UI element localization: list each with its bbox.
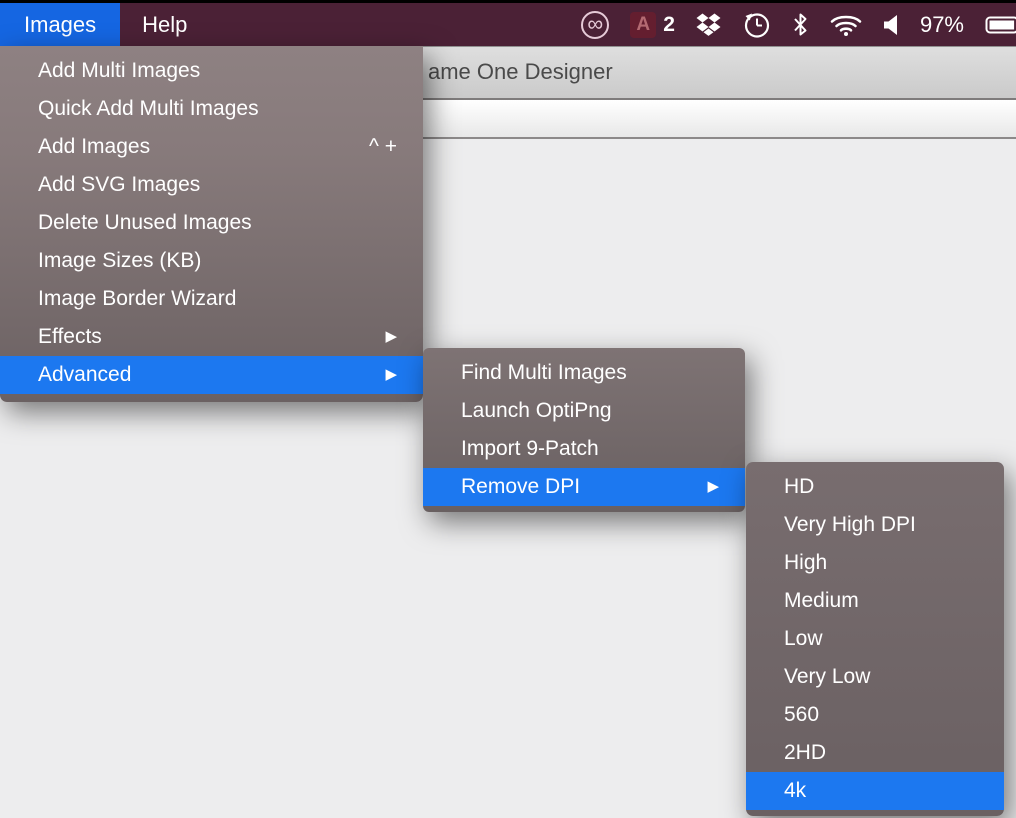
dropbox-icon[interactable]: [696, 12, 722, 37]
submenu-arrow-icon: ▶: [707, 468, 719, 506]
menu-item-quick-add-multi-images[interactable]: Quick Add Multi Images: [0, 90, 423, 128]
menu-item-add-images[interactable]: Add Images ^ +: [0, 128, 423, 166]
menu-item-image-sizes-kb[interactable]: Image Sizes (KB): [0, 242, 423, 280]
creative-cloud-icon[interactable]: ∞: [581, 11, 609, 39]
time-machine-icon[interactable]: [743, 11, 771, 39]
volume-icon[interactable]: [883, 14, 899, 36]
adobe-letter: A: [630, 12, 656, 38]
menu-item-4k[interactable]: 4k: [746, 772, 1004, 810]
menu-item-import-9-patch[interactable]: Import 9-Patch: [423, 430, 745, 468]
wifi-icon[interactable]: [830, 12, 862, 37]
menu-item-remove-dpi[interactable]: Remove DPI ▶: [423, 468, 745, 506]
menu-item-very-low[interactable]: Very Low: [746, 658, 1004, 696]
adobe-badge: 2: [663, 13, 675, 37]
menu-item-image-border-wizard[interactable]: Image Border Wizard: [0, 280, 423, 318]
menu-item-delete-unused-images[interactable]: Delete Unused Images: [0, 204, 423, 242]
window-title: ame One Designer: [428, 46, 613, 98]
menu-item-add-svg-images[interactable]: Add SVG Images: [0, 166, 423, 204]
images-menu: Add Multi Images Quick Add Multi Images …: [0, 46, 423, 402]
menu-item-high[interactable]: High: [746, 544, 1004, 582]
submenu-arrow-icon: ▶: [385, 318, 397, 356]
menu-item-find-multi-images[interactable]: Find Multi Images: [423, 354, 745, 392]
battery-percent: 97%: [920, 12, 964, 38]
menu-item-very-high-dpi[interactable]: Very High DPI: [746, 506, 1004, 544]
menu-item-560[interactable]: 560: [746, 696, 1004, 734]
menu-item-add-multi-images[interactable]: Add Multi Images: [0, 52, 423, 90]
battery-icon[interactable]: [985, 14, 1016, 36]
menubar-item-images[interactable]: Images: [0, 3, 120, 46]
menu-item-medium[interactable]: Medium: [746, 582, 1004, 620]
menubar: Images Help ∞ A 2: [0, 0, 1016, 46]
menu-item-hd[interactable]: HD: [746, 468, 1004, 506]
advanced-submenu: Find Multi Images Launch OptiPng Import …: [423, 348, 745, 512]
submenu-arrow-icon: ▶: [385, 356, 397, 394]
menu-item-launch-optipng[interactable]: Launch OptiPng: [423, 392, 745, 430]
menu-item-low[interactable]: Low: [746, 620, 1004, 658]
adobe-app-icon[interactable]: A 2: [630, 12, 675, 38]
remove-dpi-submenu: HD Very High DPI High Medium Low Very Lo…: [746, 462, 1004, 816]
menu-item-advanced[interactable]: Advanced ▶: [0, 356, 423, 394]
add-images-shortcut: ^ +: [369, 128, 397, 166]
bluetooth-icon[interactable]: [792, 11, 809, 38]
menu-item-2hd[interactable]: 2HD: [746, 734, 1004, 772]
menubar-status-area: ∞ A 2: [581, 3, 1016, 46]
menu-item-effects[interactable]: Effects ▶: [0, 318, 423, 356]
menubar-item-help[interactable]: Help: [120, 3, 209, 46]
menubar-menus: Images Help: [0, 3, 209, 46]
